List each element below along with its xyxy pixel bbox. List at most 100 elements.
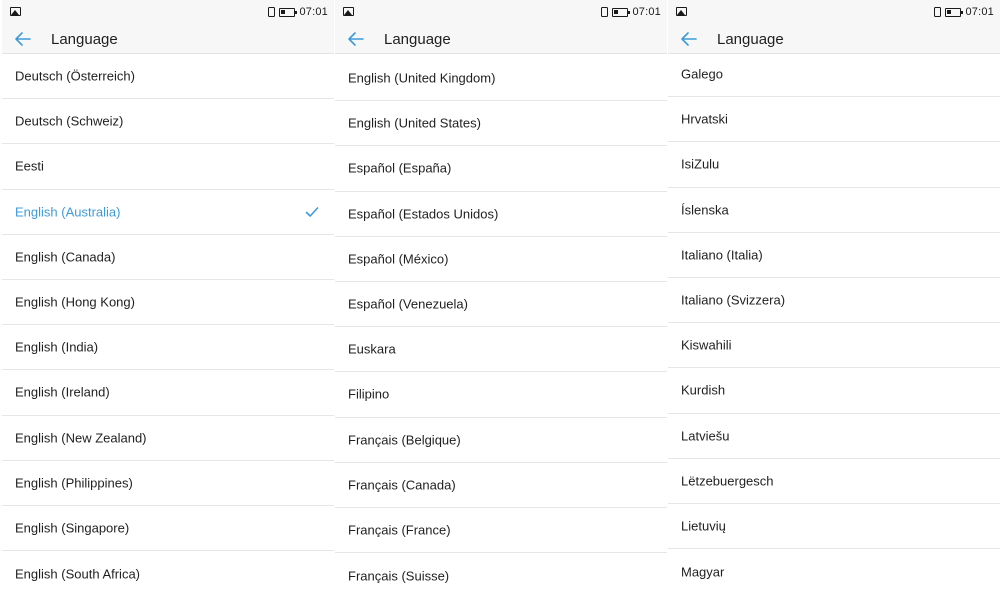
screenshot-collage: 07:01 Language Deutsch (Österreich) Deut…: [0, 0, 1000, 591]
language-option[interactable]: Íslenska: [668, 188, 1000, 233]
language-label: Lietuvių: [681, 518, 726, 534]
gallery-notification-icon: [10, 7, 21, 16]
language-label: English (Hong Kong): [15, 294, 135, 310]
battery-icon: [612, 7, 631, 17]
language-option[interactable]: Lietuvių: [668, 504, 1000, 550]
language-option[interactable]: IsiZulu: [668, 142, 1000, 188]
status-icons: 07:01: [601, 5, 661, 19]
language-label: English (Ireland): [15, 384, 110, 400]
language-label: Español (México): [348, 251, 449, 267]
language-option[interactable]: Italiano (Italia): [668, 233, 1000, 278]
language-option[interactable]: English (New Zealand): [2, 416, 334, 461]
language-option[interactable]: English (South Africa): [2, 551, 334, 591]
language-list: English (United Kingdom) English (United…: [335, 56, 667, 591]
language-label: Español (Venezuela): [348, 296, 468, 312]
language-label: Français (Suisse): [348, 568, 450, 584]
language-option[interactable]: Kiswahili: [668, 323, 1000, 369]
language-option[interactable]: English (Philippines): [2, 461, 334, 506]
language-option[interactable]: English (United States): [335, 101, 667, 147]
language-option[interactable]: English (Australia): [2, 190, 334, 235]
app-bar: Language: [668, 24, 1000, 54]
language-label: English (United Kingdom): [348, 70, 496, 86]
language-label: Íslenska: [681, 202, 729, 218]
page-title: Language: [717, 31, 784, 48]
language-option[interactable]: Français (Canada): [335, 463, 667, 508]
language-label: Italiano (Italia): [681, 247, 763, 263]
language-label: Français (Belgique): [348, 432, 461, 448]
language-option[interactable]: Lëtzebuergesch: [668, 459, 1000, 504]
language-label: IsiZulu: [681, 156, 720, 172]
page-title: Language: [51, 31, 118, 48]
status-bar: 07:01: [335, 0, 667, 24]
status-time: 07:01: [965, 6, 994, 18]
language-label: English (Australia): [15, 204, 121, 220]
sim-card-icon: [601, 7, 609, 17]
language-label: Français (Canada): [348, 477, 456, 493]
battery-icon: [279, 7, 298, 17]
status-bar: 07:01: [2, 0, 334, 24]
language-label: Euskara: [348, 341, 396, 357]
language-label: English (India): [15, 339, 99, 355]
language-option[interactable]: Italiano (Svizzera): [668, 278, 1000, 324]
language-option[interactable]: English (Hong Kong): [2, 280, 334, 326]
status-time: 07:01: [632, 6, 661, 18]
language-option[interactable]: Euskara: [335, 327, 667, 373]
language-list: Deutsch (Österreich) Deutsch (Schweiz) E…: [2, 54, 334, 591]
back-arrow-icon[interactable]: [10, 26, 36, 52]
language-option[interactable]: Français (Suisse): [335, 553, 667, 591]
language-label: English (Canada): [15, 249, 116, 265]
battery-icon: [945, 7, 964, 17]
language-option[interactable]: English (Ireland): [2, 370, 334, 416]
language-label: English (South Africa): [15, 566, 141, 582]
language-label: Kiswahili: [681, 337, 732, 353]
back-arrow-icon[interactable]: [676, 26, 702, 52]
gallery-notification-icon: [343, 7, 354, 16]
language-option[interactable]: Magyar: [668, 549, 1000, 591]
language-option[interactable]: Deutsch (Österreich): [2, 54, 334, 100]
gallery-notification-icon: [676, 7, 687, 16]
status-icons: 07:01: [268, 5, 328, 19]
status-time: 07:01: [299, 6, 328, 18]
status-icons: 07:01: [934, 5, 994, 19]
language-label: Eesti: [15, 158, 44, 174]
language-label: Français (France): [348, 522, 451, 538]
language-option[interactable]: Hrvatski: [668, 97, 1000, 143]
page-title: Language: [384, 31, 451, 48]
language-option[interactable]: Filipino: [335, 372, 667, 418]
language-list: Galego Hrvatski IsiZulu Íslenska Italian…: [668, 52, 1000, 591]
language-option[interactable]: Español (Venezuela): [335, 282, 667, 328]
language-option[interactable]: Eesti: [2, 144, 334, 190]
app-bar: Language: [2, 24, 334, 54]
language-label: Español (España): [348, 160, 452, 176]
language-label: Latviešu: [681, 428, 730, 444]
language-screen-3: 07:01 Language Galego Hrvatski IsiZulu Í…: [668, 0, 1000, 591]
language-option[interactable]: English (Canada): [2, 235, 334, 280]
language-label: English (New Zealand): [15, 430, 147, 446]
language-label: Italiano (Svizzera): [681, 292, 786, 308]
language-option[interactable]: Français (Belgique): [335, 418, 667, 463]
language-option[interactable]: English (India): [2, 325, 334, 371]
language-option[interactable]: Español (México): [335, 237, 667, 282]
language-label: Español (Estados Unidos): [348, 206, 499, 222]
language-option[interactable]: English (Singapore): [2, 506, 334, 552]
language-option[interactable]: Español (Estados Unidos): [335, 192, 667, 237]
language-option[interactable]: Español (España): [335, 146, 667, 192]
language-label: Deutsch (Schweiz): [15, 113, 124, 129]
language-label: English (United States): [348, 115, 481, 131]
language-option[interactable]: English (United Kingdom): [335, 56, 667, 102]
language-option[interactable]: Latviešu: [668, 414, 1000, 459]
checkmark-icon: [305, 206, 319, 218]
language-label: Kurdish: [681, 382, 726, 398]
language-label: Filipino: [348, 386, 390, 402]
language-option[interactable]: Kurdish: [668, 368, 1000, 414]
app-bar: Language: [335, 24, 667, 54]
language-option[interactable]: Deutsch (Schweiz): [2, 99, 334, 145]
language-option[interactable]: Galego: [668, 52, 1000, 98]
status-bar: 07:01: [668, 0, 1000, 24]
language-label: English (Singapore): [15, 520, 130, 536]
language-label: English (Philippines): [15, 475, 133, 491]
language-option[interactable]: Français (France): [335, 508, 667, 554]
back-arrow-icon[interactable]: [343, 26, 369, 52]
language-label: Deutsch (Österreich): [15, 68, 135, 84]
language-screen-1: 07:01 Language Deutsch (Österreich) Deut…: [2, 0, 334, 591]
